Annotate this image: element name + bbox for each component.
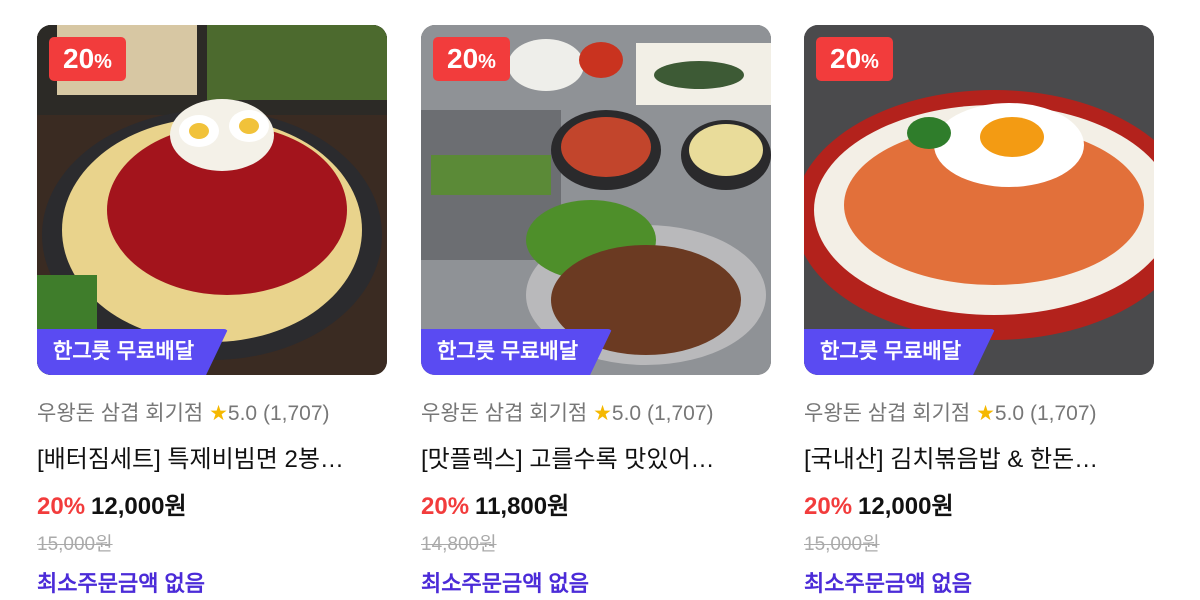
discount-rate: 20%: [37, 493, 86, 520]
rating: 5.0: [227, 402, 258, 425]
rating: 5.0: [994, 402, 1025, 425]
star-icon: ★: [209, 402, 228, 425]
product-card[interactable]: 20% 한그릇 무료배달 우왕돈 삼겹 회기점 ★5.0 (1,707) [국내…: [804, 25, 1154, 598]
product-name[interactable]: [국내산] 김치볶음밥 & 한돈…: [804, 439, 1149, 474]
product-name[interactable]: [배터짐세트] 특제비빔면 2봉…: [37, 439, 382, 474]
discount-badge: 20%: [816, 37, 893, 81]
review-count: (1,707): [262, 402, 330, 425]
min-order-label: 최소주문금액 없음: [804, 571, 973, 596]
free-delivery-tag: 한그릇 무료배달: [421, 329, 612, 375]
discount-badge-value: 20: [63, 43, 95, 74]
rating: 5.0: [611, 402, 642, 425]
original-price: 15,000원: [37, 534, 113, 555]
product-thumbnail[interactable]: 20% 한그릇 무료배달: [804, 25, 1154, 375]
product-thumbnail[interactable]: 20% 한그릇 무료배달: [421, 25, 771, 375]
product-name[interactable]: [맛플렉스] 고를수록 맛있어…: [421, 439, 766, 474]
discount-badge-unit: %: [861, 51, 879, 73]
sale-price: 11,800원: [475, 493, 570, 520]
discount-rate: 20%: [421, 493, 470, 520]
price-row: 20% 12,000원: [37, 486, 387, 521]
star-icon: ★: [593, 402, 612, 425]
review-count: (1,707): [1029, 402, 1097, 425]
store-name: 우왕돈 삼겹 회기점: [421, 402, 588, 425]
min-order-label: 최소주문금액 없음: [421, 571, 590, 596]
store-name: 우왕돈 삼겹 회기점: [37, 402, 204, 425]
discount-badge-value: 20: [830, 43, 862, 74]
discount-badge-unit: %: [94, 51, 112, 73]
store-meta: 우왕돈 삼겹 회기점 ★5.0 (1,707): [804, 397, 1154, 427]
store-name: 우왕돈 삼겹 회기점: [804, 402, 971, 425]
product-card[interactable]: 20% 한그릇 무료배달 우왕돈 삼겹 회기점 ★5.0 (1,707) [맛플…: [421, 25, 771, 598]
store-meta: 우왕돈 삼겹 회기점 ★5.0 (1,707): [37, 397, 387, 427]
sale-price: 12,000원: [858, 493, 954, 520]
original-price: 15,000원: [804, 534, 880, 555]
discount-rate: 20%: [804, 493, 853, 520]
star-icon: ★: [976, 402, 995, 425]
sale-price: 12,000원: [91, 493, 187, 520]
product-grid: 20% 한그릇 무료배달 우왕돈 삼겹 회기점 ★5.0 (1,707) [배터…: [0, 0, 1200, 600]
discount-badge-value: 20: [447, 43, 479, 74]
discount-badge: 20%: [49, 37, 126, 81]
original-price: 14,800원: [421, 534, 497, 555]
min-order-label: 최소주문금액 없음: [37, 571, 206, 596]
review-count: (1,707): [646, 402, 714, 425]
price-row: 20% 12,000원: [804, 486, 1154, 521]
store-meta: 우왕돈 삼겹 회기점 ★5.0 (1,707): [421, 397, 771, 427]
price-row: 20% 11,800원: [421, 486, 771, 521]
free-delivery-tag: 한그릇 무료배달: [804, 329, 995, 375]
discount-badge: 20%: [433, 37, 510, 81]
discount-badge-unit: %: [478, 51, 496, 73]
product-thumbnail[interactable]: 20% 한그릇 무료배달: [37, 25, 387, 375]
free-delivery-tag: 한그릇 무료배달: [37, 329, 228, 375]
product-card[interactable]: 20% 한그릇 무료배달 우왕돈 삼겹 회기점 ★5.0 (1,707) [배터…: [37, 25, 387, 598]
